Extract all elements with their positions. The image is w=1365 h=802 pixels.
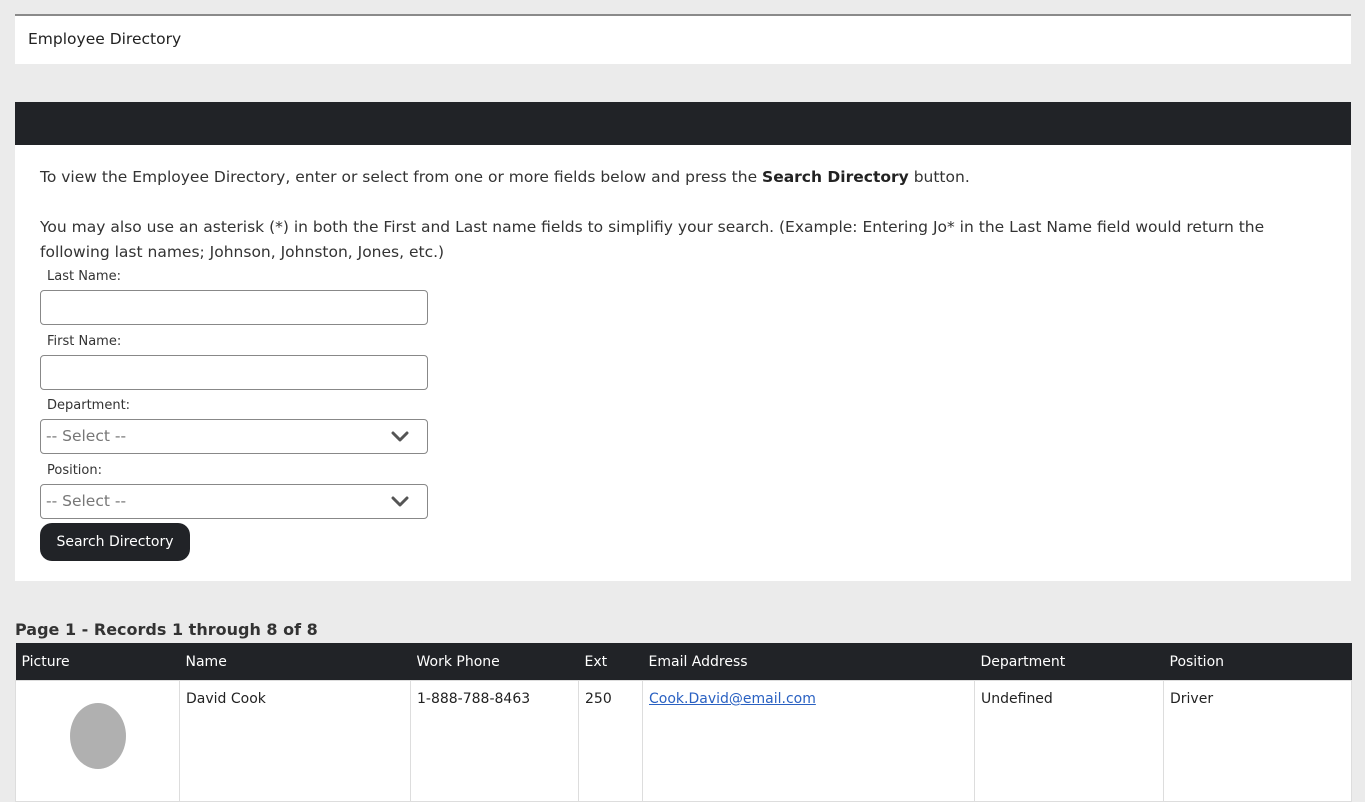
department-select[interactable]: -- Select -- xyxy=(40,419,428,454)
cell-department: Undefined xyxy=(974,680,1164,802)
search-panel: To view the Employee Directory, enter or… xyxy=(15,145,1351,581)
section-header-band xyxy=(15,102,1351,145)
cell-position: Driver xyxy=(1163,680,1352,802)
first-name-label: First Name: xyxy=(47,334,122,349)
table-row: David Cook 1-888-788-8463 250 Cook.David… xyxy=(15,680,1352,802)
position-select[interactable]: -- Select -- xyxy=(40,484,428,519)
intro-text-start: To view the Employee Directory, enter or… xyxy=(40,168,763,186)
position-select-value: -- Select -- xyxy=(46,492,127,510)
wildcard-instructions: You may also use an asterisk (*) in both… xyxy=(40,218,1265,261)
cell-ext: 250 xyxy=(578,680,643,802)
page-title: Employee Directory xyxy=(28,30,182,48)
column-header-name[interactable]: Name xyxy=(179,643,411,681)
intro-instructions: To view the Employee Directory, enter or… xyxy=(40,165,1320,190)
intro-text-end: button. xyxy=(908,168,970,186)
intro-text-bold: Search Directory xyxy=(762,168,909,186)
position-label: Position: xyxy=(47,463,102,478)
header-bar: Employee Directory xyxy=(15,14,1351,64)
table-header-row: Picture Name Work Phone Ext Email Addres… xyxy=(15,643,1352,681)
last-name-input[interactable] xyxy=(40,290,428,325)
employee-table: Picture Name Work Phone Ext Email Addres… xyxy=(15,643,1352,802)
email-link[interactable]: Cook.David@email.com xyxy=(649,691,816,707)
column-header-department[interactable]: Department xyxy=(974,643,1164,681)
search-directory-button[interactable]: Search Directory xyxy=(40,523,190,561)
column-header-ext[interactable]: Ext xyxy=(578,643,643,681)
first-name-input[interactable] xyxy=(40,355,428,390)
column-header-work-phone[interactable]: Work Phone xyxy=(410,643,579,681)
cell-name: David Cook xyxy=(179,680,411,802)
chevron-down-icon xyxy=(391,431,409,442)
cell-email: Cook.David@email.com xyxy=(642,680,975,802)
department-select-value: -- Select -- xyxy=(46,427,127,445)
column-header-picture[interactable]: Picture xyxy=(15,643,180,681)
cell-work-phone: 1-888-788-8463 xyxy=(410,680,579,802)
avatar xyxy=(69,703,126,769)
column-header-position[interactable]: Position xyxy=(1163,643,1352,681)
column-header-email[interactable]: Email Address xyxy=(642,643,975,681)
last-name-label: Last Name: xyxy=(47,269,121,284)
department-label: Department: xyxy=(47,398,131,413)
records-summary: Page 1 - Records 1 through 8 of 8 xyxy=(15,620,318,639)
chevron-down-icon xyxy=(391,496,409,507)
cell-picture xyxy=(15,680,180,802)
